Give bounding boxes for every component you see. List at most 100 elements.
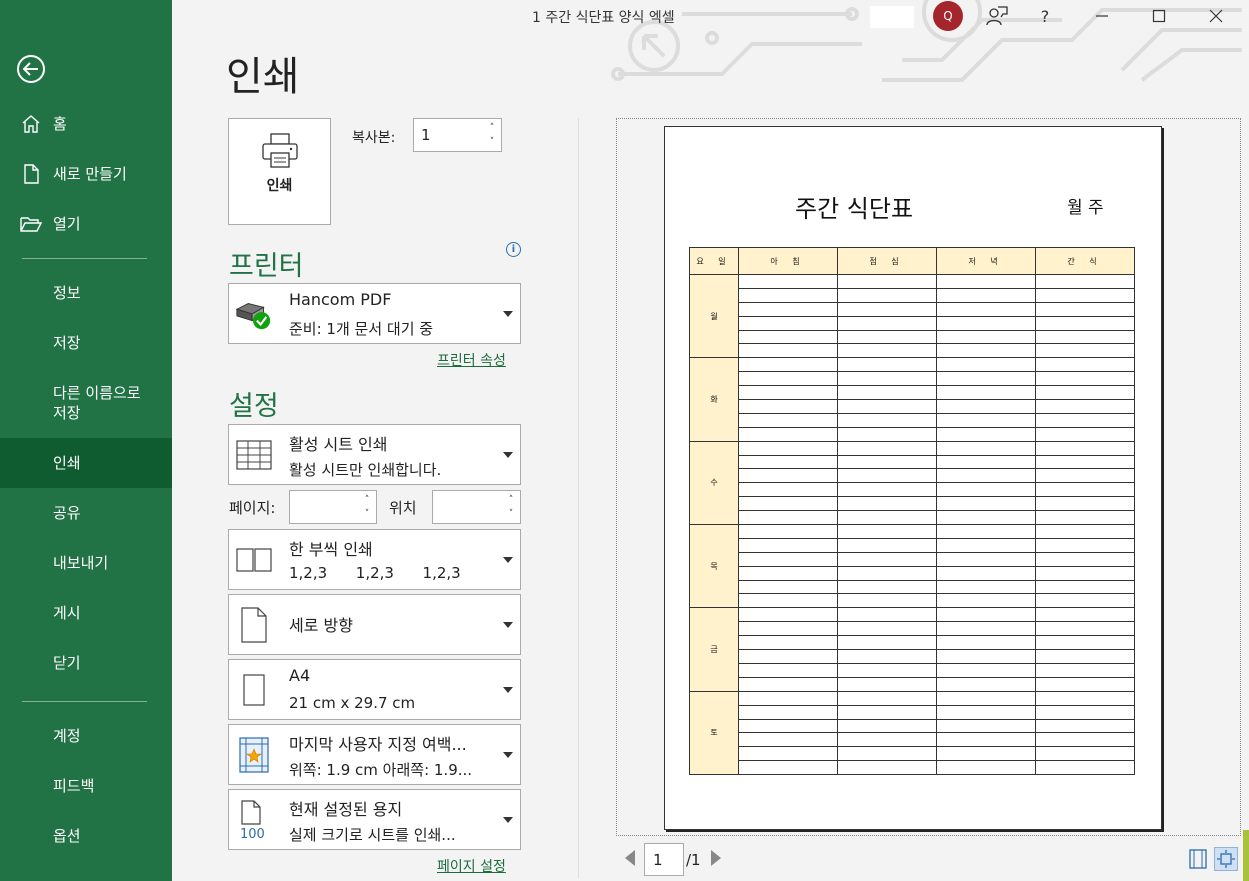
coauthor-icon[interactable] (983, 4, 1011, 28)
meal-cell (1035, 524, 1135, 539)
scaling-title: 현재 설정된 용지 (289, 800, 403, 819)
page-setup-link[interactable]: 페이지 설정 (437, 856, 506, 876)
zoom-to-page-icon[interactable] (1214, 847, 1238, 871)
sidebar-item-home[interactable]: 홈 (0, 112, 172, 136)
meal-cell (738, 635, 838, 651)
account-avatar[interactable]: Q (933, 1, 963, 31)
sidebar-item-share[interactable]: 공유 (0, 502, 172, 524)
pages-to-stepper[interactable]: ˄ ˅ (432, 490, 521, 524)
title-blank-box (870, 6, 914, 28)
meal-cell (837, 315, 937, 331)
copies-label: 복사본: (352, 130, 396, 146)
meal-cell (936, 676, 1036, 692)
paper-size-dropdown[interactable]: A4 21 cm x 29.7 cm (228, 659, 521, 720)
paper-icon (235, 672, 273, 708)
show-margins-icon[interactable] (1186, 847, 1210, 871)
help-icon[interactable]: ? (1031, 4, 1059, 28)
meal-cell (837, 607, 937, 623)
meal-cell (1035, 593, 1135, 609)
meal-cell (1035, 399, 1135, 414)
sidebar-item-account[interactable]: 계정 (0, 725, 172, 747)
next-page-icon[interactable] (711, 850, 721, 866)
sidebar-item-save-as[interactable]: 다른 이름으로 저장 (0, 382, 172, 424)
stepper-arrows-icon[interactable]: ˄ ˅ (362, 493, 372, 521)
meal-cell (1035, 510, 1135, 526)
folder-open-icon (20, 213, 42, 235)
scrollbar-thumb[interactable] (1243, 830, 1249, 881)
sidebar-item-print[interactable]: 인쇄 (0, 438, 172, 488)
info-icon[interactable]: i (506, 242, 521, 257)
meal-cell (1035, 676, 1135, 692)
printer-name: Hancom PDF (289, 290, 392, 309)
sidebar-item-feedback[interactable]: 피드백 (0, 775, 172, 797)
table-row (690, 301, 1135, 317)
copies-stepper[interactable]: 1 ˄ ˅ (413, 118, 502, 152)
sidebar-item-close[interactable]: 닫기 (0, 652, 172, 674)
meal-cell (837, 662, 937, 678)
sidebar-item-label: 다른 이름으로 저장 (53, 384, 141, 422)
meal-cell (738, 510, 838, 526)
meal-cell (738, 412, 838, 428)
scaling-subtitle: 실제 크기로 시트를 인쇄... (289, 826, 456, 844)
table-row (690, 676, 1135, 692)
stepper-arrows-icon[interactable]: ˄ ˅ (487, 121, 497, 149)
printer-properties-link[interactable]: 프린터 속성 (437, 350, 506, 370)
back-arrow-icon[interactable] (17, 55, 45, 83)
table-row (690, 621, 1135, 637)
portrait-page-icon (235, 606, 273, 643)
sidebar-item-label: 게시 (53, 604, 81, 622)
meal-cell (936, 468, 1036, 484)
scaling-dropdown[interactable]: 100 현재 설정된 용지 실제 크기로 시트를 인쇄... (228, 789, 521, 850)
sidebar-item-info[interactable]: 정보 (0, 282, 172, 304)
sidebar-item-open[interactable]: 열기 (0, 212, 172, 236)
table-row (690, 760, 1135, 776)
day-cell: 월 (689, 273, 739, 359)
printer-status: 준비: 1개 문서 대기 중 (289, 320, 434, 338)
meal-cell (738, 329, 838, 345)
current-page-input[interactable]: 1 (644, 843, 684, 876)
sidebar-item-label: 새로 만들기 (53, 165, 127, 183)
meal-cell (738, 454, 838, 470)
minimize-icon[interactable] (1088, 4, 1116, 28)
printer-dropdown[interactable]: Hancom PDF 준비: 1개 문서 대기 중 (228, 283, 521, 344)
sidebar-item-options[interactable]: 옵션 (0, 825, 172, 847)
print-scope-dropdown[interactable]: 활성 시트 인쇄 활성 시트만 인쇄합니다. (228, 424, 521, 485)
sidebar-divider (22, 258, 147, 259)
meal-cell (738, 662, 838, 678)
meal-cell (738, 579, 838, 595)
margins-dropdown[interactable]: 마지막 사용자 지정 여백... 위쪽: 1.9 cm 아래쪽: 1.9... (228, 724, 521, 785)
sidebar-item-new[interactable]: 새로 만들기 (0, 162, 172, 186)
sidebar-item-export[interactable]: 내보내기 (0, 552, 172, 574)
sidebar-item-publish[interactable]: 게시 (0, 602, 172, 624)
table-row (690, 315, 1135, 331)
meal-cell (738, 343, 838, 359)
print-scope-title: 활성 시트 인쇄 (289, 435, 388, 454)
collate-dropdown[interactable]: 한 부씩 인쇄 1,2,3 1,2,3 1,2,3 (228, 529, 521, 590)
meal-cell (837, 718, 937, 734)
previous-page-icon[interactable] (625, 850, 635, 866)
margins-title: 마지막 사용자 지정 여백... (289, 735, 467, 754)
close-icon[interactable] (1202, 4, 1230, 28)
meal-cell (837, 482, 937, 498)
maximize-icon[interactable] (1145, 4, 1173, 28)
meal-cell (837, 649, 937, 664)
print-button[interactable]: 인쇄 (228, 118, 331, 225)
meal-cell (738, 357, 838, 373)
meal-cell (837, 565, 937, 581)
meal-cell (738, 565, 838, 581)
meal-cell (936, 732, 1036, 748)
meal-cell (936, 649, 1036, 664)
sidebar-item-save[interactable]: 저장 (0, 332, 172, 354)
pages-from-stepper[interactable]: ˄ ˅ (289, 490, 377, 524)
margins-subtitle: 위쪽: 1.9 cm 아래쪽: 1.9... (289, 761, 473, 779)
day-cell: 토 (689, 690, 739, 776)
meal-cell (1035, 468, 1135, 484)
table-row (690, 746, 1135, 762)
table-row: 토 (689, 690, 1135, 776)
meal-cell (837, 524, 937, 539)
stepper-arrows-icon[interactable]: ˄ ˅ (506, 493, 516, 521)
meal-cell (837, 635, 937, 651)
meal-cell (936, 635, 1036, 651)
sheet-grid-icon (235, 437, 273, 473)
orientation-dropdown[interactable]: 세로 방향 (228, 594, 521, 655)
